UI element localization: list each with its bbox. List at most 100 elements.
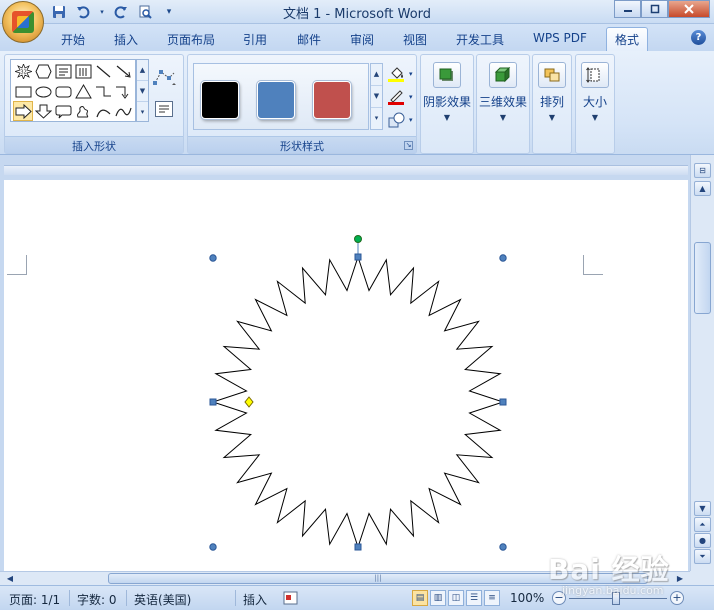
down-arrow-icon[interactable] (33, 101, 53, 121)
rounded-rectangle-icon[interactable] (53, 81, 73, 101)
status-divider (69, 590, 70, 606)
arrange-button[interactable]: 排列 ▼ (533, 59, 571, 153)
elbow-arrow-icon[interactable] (113, 81, 133, 101)
vertical-scrollbar[interactable]: ⊟ ▲ ▼ ⏶ ● ⏷ (690, 155, 714, 571)
scroll-down-button[interactable]: ▼ (694, 501, 711, 516)
scroll-up-button[interactable]: ▲ (694, 181, 711, 196)
change-shape-button[interactable]: ▾ (388, 111, 418, 129)
next-page-button[interactable]: ⏷ (694, 549, 711, 564)
shadow-dropdown-icon: ▼ (443, 113, 451, 122)
resize-handle-top-left[interactable] (209, 254, 217, 262)
vertical-textbox-icon[interactable] (73, 61, 93, 81)
maximize-button[interactable] (641, 0, 668, 18)
rectangle-icon[interactable] (13, 81, 33, 101)
scroll-left-button[interactable]: ◀ (2, 572, 18, 585)
style-gallery-down-button[interactable]: ▼ (371, 86, 382, 108)
tab-page-layout[interactable]: 页面布局 (167, 29, 215, 51)
resize-handle-top[interactable] (354, 253, 362, 261)
page-count[interactable]: 页面: 1/1 (9, 591, 60, 608)
gallery-down-button[interactable]: ▼ (137, 81, 148, 102)
3d-effects-button[interactable]: 三维效果 ▼ (477, 59, 529, 153)
oval-icon[interactable] (33, 81, 53, 101)
size-button[interactable]: 大小 ▼ (576, 59, 614, 153)
change-shape-dropdown-icon[interactable]: ▾ (409, 116, 413, 124)
freeform-icon[interactable] (73, 101, 93, 121)
draft-view-icon[interactable]: ≡ (484, 590, 500, 606)
outline-dropdown-icon[interactable]: ▾ (409, 93, 413, 101)
minimize-button[interactable] (614, 0, 641, 18)
star-shape[interactable] (211, 255, 505, 549)
insert-mode[interactable]: 插入 (243, 591, 267, 608)
line-icon[interactable] (93, 61, 113, 81)
web-layout-icon[interactable]: ◫ (448, 590, 464, 606)
star-32-icon[interactable]: 32 (13, 61, 33, 81)
shape-outline-button[interactable]: ▾ (388, 88, 418, 106)
outline-view-icon[interactable]: ☰ (466, 590, 482, 606)
close-button[interactable] (668, 0, 710, 18)
shape-fill-button[interactable]: ▾ (388, 65, 418, 83)
zoom-out-button[interactable]: − (552, 591, 566, 605)
tab-insert[interactable]: 插入 (114, 29, 138, 51)
tab-home[interactable]: 开始 (61, 29, 85, 51)
horizontal-scrollbar[interactable]: ◀ ||| ▶ (0, 571, 690, 585)
ruler-toggle-icon[interactable]: ⊟ (694, 163, 711, 178)
scrollbar-corner (690, 571, 714, 585)
3d-dropdown-icon: ▼ (499, 113, 507, 122)
select-browse-object-button[interactable]: ● (694, 533, 711, 548)
resize-handle-right[interactable] (499, 398, 507, 406)
edit-points-icon[interactable] (153, 69, 177, 87)
arc-icon[interactable] (93, 101, 113, 121)
right-arrow-icon[interactable] (13, 101, 33, 121)
style-gallery-more-button[interactable]: ▾ (371, 108, 382, 130)
tab-review[interactable]: 审阅 (350, 29, 374, 51)
arrow-line-icon[interactable] (113, 61, 133, 81)
fill-dropdown-icon[interactable]: ▾ (409, 70, 413, 78)
tab-wps-pdf[interactable]: WPS PDF (533, 29, 587, 51)
pen-outline-icon (388, 90, 404, 105)
gallery-more-button[interactable]: ▾ (137, 102, 148, 123)
zoom-slider-thumb[interactable] (612, 592, 620, 605)
style-gallery-up-button[interactable]: ▲ (371, 64, 382, 86)
arrange-label: 排列 (539, 95, 564, 109)
zoom-level[interactable]: 100% (510, 591, 544, 605)
office-button[interactable] (2, 1, 44, 43)
resize-handle-bottom[interactable] (354, 543, 362, 551)
elbow-connector-icon[interactable] (93, 81, 113, 101)
shadow-effects-button[interactable]: 阴影效果 ▼ (421, 59, 473, 153)
full-screen-reading-icon[interactable]: ▥ (430, 590, 446, 606)
gallery-up-button[interactable]: ▲ (137, 60, 148, 81)
style-swatch-blue[interactable] (257, 81, 295, 119)
group-shape-styles: ▲ ▼ ▾ ▾ ▾ ▾ 形状样式 ↘ (187, 54, 417, 154)
dialog-launcher-icon[interactable]: ↘ (404, 141, 413, 150)
zoom-in-button[interactable]: + (670, 591, 684, 605)
group-3d-effects: 三维效果 ▼ (476, 54, 530, 154)
callout-icon[interactable] (53, 101, 73, 121)
resize-handle-bottom-left[interactable] (209, 543, 217, 551)
resize-handle-top-right[interactable] (499, 254, 507, 262)
print-layout-view-icon[interactable]: ▤ (412, 590, 428, 606)
previous-page-button[interactable]: ⏶ (694, 517, 711, 532)
tab-references[interactable]: 引用 (243, 29, 267, 51)
hexagon-icon[interactable] (33, 61, 53, 81)
curve-icon[interactable] (113, 101, 133, 121)
style-swatch-black[interactable] (201, 81, 239, 119)
horizontal-scroll-thumb[interactable]: ||| (108, 573, 648, 584)
tab-mailings[interactable]: 邮件 (297, 29, 321, 51)
tab-view[interactable]: 视图 (403, 29, 427, 51)
macro-record-icon[interactable] (283, 590, 299, 609)
tab-developer[interactable]: 开发工具 (456, 29, 504, 51)
tab-format[interactable]: 格式 (606, 27, 649, 52)
document-page[interactable] (4, 180, 688, 571)
triangle-icon[interactable] (73, 81, 93, 101)
resize-handle-bottom-right[interactable] (499, 543, 507, 551)
textbox-icon[interactable] (53, 61, 73, 81)
resize-handle-left[interactable] (209, 398, 217, 406)
style-swatch-red[interactable] (313, 81, 351, 119)
vertical-scroll-thumb[interactable] (694, 242, 711, 314)
draw-textbox-icon[interactable] (155, 101, 173, 117)
language-status[interactable]: 英语(美国) (134, 591, 191, 608)
rotation-handle[interactable] (354, 235, 362, 243)
word-count[interactable]: 字数: 0 (77, 591, 117, 608)
scroll-right-button[interactable]: ▶ (672, 572, 688, 585)
help-icon[interactable]: ? (691, 30, 706, 45)
